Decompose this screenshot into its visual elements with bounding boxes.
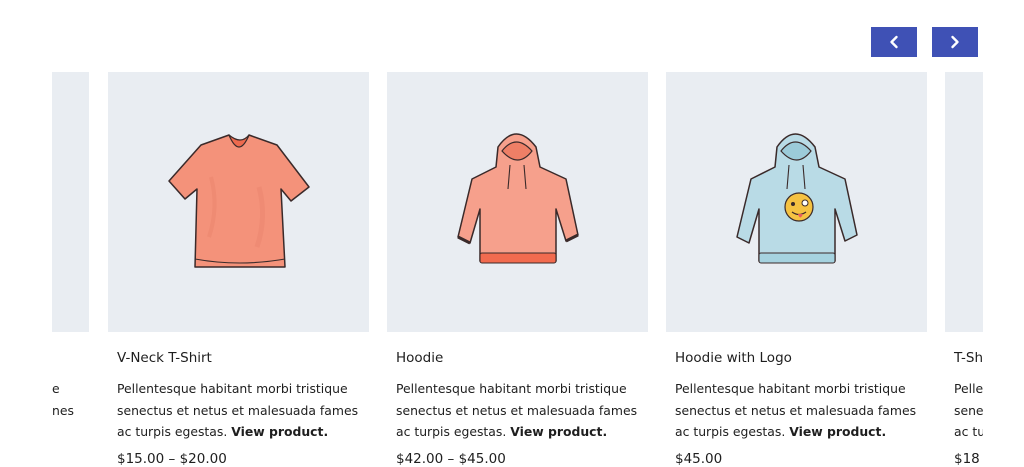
description-line: ac turpis egestas. View product. (675, 421, 915, 443)
product-title[interactable]: T-Sh (954, 349, 983, 367)
description-line: senectus et netus et malesuada fames (117, 402, 359, 418)
product-card-partial-left[interactable]: e nes (52, 72, 89, 421)
description-line: Pellentesque habitant morbi tristique (396, 381, 627, 396)
product-image[interactable] (387, 72, 648, 332)
product-image[interactable] (945, 72, 983, 332)
description-line: Pellentesque habitant morbi tristique (675, 381, 906, 396)
product-description: Pelle sene ac tu (954, 378, 983, 443)
carousel-next-button[interactable] (932, 27, 978, 57)
product-title[interactable]: V-Neck T-Shirt (117, 349, 369, 367)
product-card-partial-right[interactable]: T-Sh Pelle sene ac tu $18 (945, 72, 983, 467)
product-card[interactable]: V-Neck T-Shirt Pellentesque habitant mor… (108, 72, 369, 467)
description-text: ac turpis egestas. (117, 424, 228, 439)
carousel-prev-button[interactable] (871, 27, 917, 57)
view-product-link[interactable]: View product. (231, 424, 328, 439)
description-line: ac turpis egestas. View product. (396, 421, 636, 443)
description-text: ac turpis egestas. (675, 424, 786, 439)
description-line: senectus et netus et malesuada fames (675, 402, 917, 418)
chevron-left-icon (888, 35, 900, 49)
product-card[interactable]: Hoodie with Logo Pellentesque habitant m… (666, 72, 927, 467)
chevron-right-icon (949, 35, 961, 49)
description-line: senectus et netus et malesuada fames (396, 402, 638, 418)
product-image[interactable] (52, 72, 89, 332)
description-text: ac turpis egestas. (396, 424, 507, 439)
hoodie-illustration (456, 133, 579, 264)
v-neck-tshirt-illustration (167, 134, 310, 268)
view-product-link[interactable]: View product. (789, 424, 886, 439)
product-image[interactable] (108, 72, 369, 332)
description-line: e (52, 381, 60, 396)
description-line: Pelle (954, 381, 983, 396)
product-title[interactable]: Hoodie with Logo (675, 349, 927, 367)
product-price: $45.00 (675, 450, 723, 467)
product-description: e nes (52, 378, 82, 421)
product-price: $18 (954, 450, 980, 467)
product-title[interactable]: Hoodie (396, 349, 648, 367)
product-description: Pellentesque habitant morbi tristique se… (396, 378, 638, 443)
product-image[interactable] (666, 72, 927, 332)
description-line: nes (52, 402, 74, 418)
product-carousel: e nes V-Neck T-Shirt Pellentesque habita… (52, 72, 983, 467)
hoodie-with-logo-illustration (735, 133, 858, 264)
product-description: Pellentesque habitant morbi tristique se… (117, 378, 359, 443)
product-description: Pellentesque habitant morbi tristique se… (675, 378, 917, 443)
description-line: sene (954, 402, 983, 418)
product-price: $42.00 – $45.00 (396, 450, 506, 467)
description-line: ac turpis egestas. View product. (117, 421, 357, 443)
view-product-link[interactable]: View product. (510, 424, 607, 439)
description-line: ac tu (954, 424, 983, 439)
product-card[interactable]: Hoodie Pellentesque habitant morbi trist… (387, 72, 648, 467)
description-line: Pellentesque habitant morbi tristique (117, 381, 348, 396)
product-price: $15.00 – $20.00 (117, 450, 227, 467)
